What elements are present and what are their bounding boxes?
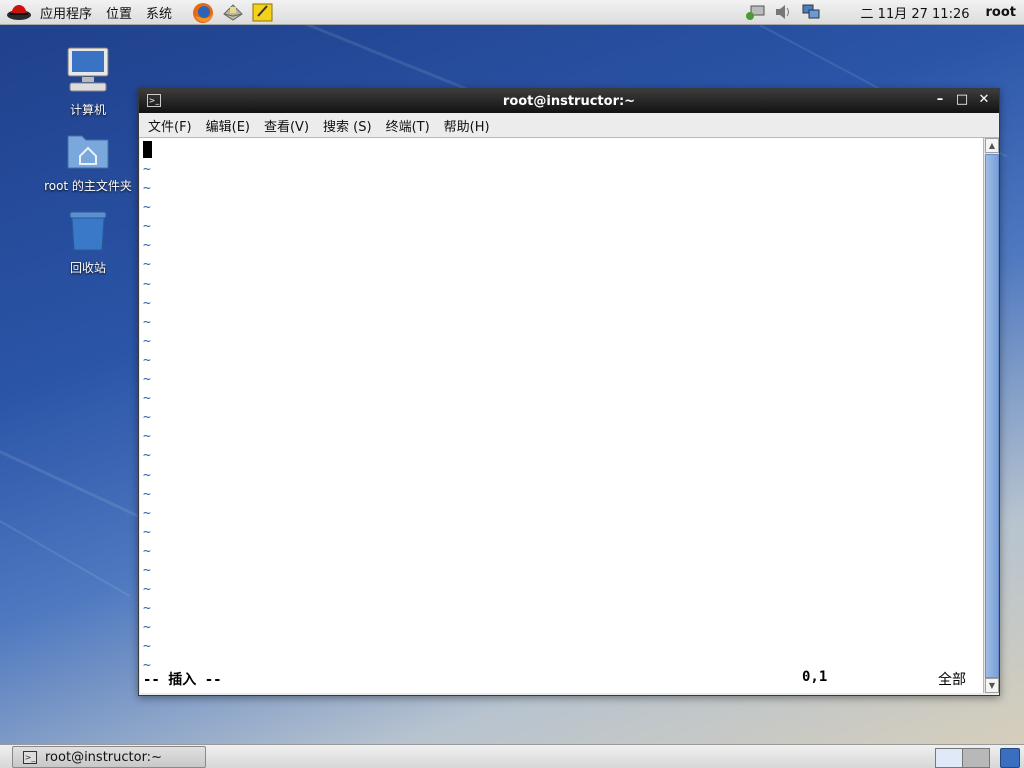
- window-controls: – □ ✕: [927, 92, 993, 108]
- cursor-position: 0,1: [802, 669, 828, 685]
- scrollbar-thumb[interactable]: [985, 154, 999, 678]
- tilde-line: ~: [143, 238, 151, 254]
- tilde-line: ~: [143, 219, 151, 235]
- tilde-line: ~: [143, 295, 151, 311]
- display-icon[interactable]: [801, 3, 821, 21]
- tilde-line: ~: [143, 200, 151, 216]
- menu-file[interactable]: 文件(F): [148, 116, 192, 135]
- window-title: root@instructor:~: [502, 93, 636, 109]
- tilde-line: ~: [143, 562, 151, 578]
- window-titlebar[interactable]: >_ root@instructor:~ – □ ✕: [139, 89, 999, 113]
- menu-places[interactable]: 位置: [106, 3, 132, 22]
- trash-icon: [38, 208, 138, 255]
- tilde-line: ~: [143, 352, 151, 368]
- menu-view[interactable]: 查看(V): [264, 116, 309, 135]
- computer-icon: [38, 46, 138, 97]
- minimize-icon[interactable]: –: [931, 92, 949, 108]
- scroll-down-icon[interactable]: ▼: [985, 678, 999, 693]
- menu-help[interactable]: 帮助(H): [444, 116, 490, 135]
- tilde-line: ~: [143, 372, 151, 388]
- home-folder-icon: [38, 130, 138, 173]
- tilde-line: ~: [143, 486, 151, 502]
- tilde-line: ~: [143, 181, 151, 197]
- maximize-icon[interactable]: □: [953, 92, 971, 108]
- tilde-line: ~: [143, 410, 151, 426]
- top-panel: 应用程序 位置 系统 二 11月 27 11:26 root: [0, 0, 1024, 25]
- tilde-line: ~: [143, 582, 151, 598]
- vim-mode: -- 插入 --: [143, 672, 222, 688]
- tilde-line: ~: [143, 333, 151, 349]
- scroll-up-icon[interactable]: ▲: [985, 138, 999, 153]
- desktop-icon-computer[interactable]: 计算机: [38, 46, 138, 118]
- menu-terminal[interactable]: 终端(T): [386, 116, 430, 135]
- tilde-line: ~: [143, 276, 151, 292]
- trash-applet-icon[interactable]: [1000, 748, 1020, 768]
- mail-icon[interactable]: [222, 2, 244, 22]
- notes-icon[interactable]: [252, 2, 274, 22]
- menu-system[interactable]: 系统: [146, 3, 172, 22]
- user-menu[interactable]: root: [986, 5, 1017, 20]
- taskbar-window-button[interactable]: >_ root@instructor:~: [12, 746, 206, 768]
- wallpaper-streak: [0, 450, 146, 521]
- bottom-panel: >_ root@instructor:~: [0, 744, 1024, 768]
- task-label: root@instructor:~: [45, 749, 162, 765]
- scroll-percent: 全部: [938, 672, 966, 688]
- tilde-line: ~: [143, 391, 151, 407]
- system-tray: 二 11月 27 11:26 root: [737, 0, 1024, 24]
- tilde-line: ~: [143, 524, 151, 540]
- tilde-line: ~: [143, 639, 151, 655]
- tilde-line: ~: [143, 162, 151, 177]
- tilde-line: ~: [143, 543, 151, 559]
- terminal-window: >_ root@instructor:~ – □ ✕ 文件(F) 编辑(E) 查…: [138, 88, 1000, 696]
- desktop-icon-label: root 的主文件夹: [44, 179, 132, 193]
- wallpaper-streak: [0, 520, 130, 597]
- desktop-icon-home[interactable]: root 的主文件夹: [38, 130, 138, 194]
- terminal-icon: >_: [23, 750, 37, 764]
- panel-clock[interactable]: 二 11月 27 11:26: [861, 3, 970, 22]
- menu-applications[interactable]: 应用程序: [40, 3, 92, 22]
- workspace-2[interactable]: [963, 748, 990, 768]
- desktop-icon-label: 计算机: [69, 103, 106, 117]
- workspace-1[interactable]: [935, 748, 963, 768]
- tilde-line: ~: [143, 448, 151, 464]
- network-icon[interactable]: [745, 3, 765, 21]
- vim-status-line: -- 插入 -- 0,1 全部: [143, 669, 978, 689]
- terminal-content[interactable]: ~ ~ ~ ~ ~ ~ ~ ~ ~ ~ ~ ~ ~ ~ ~ ~ ~ ~ ~ ~ ~ ~ ~ ~ ~ ~ ~ -- 插入 -- 0,1…: [140, 138, 983, 693]
- redhat-logo-icon[interactable]: [6, 3, 32, 21]
- desktop-icon-trash[interactable]: 回收站: [38, 208, 138, 276]
- tilde-line: ~: [143, 467, 151, 483]
- text-cursor: [143, 141, 152, 158]
- workspace-switcher[interactable]: [935, 748, 990, 768]
- tilde-line: ~: [143, 505, 151, 521]
- volume-icon[interactable]: [773, 3, 793, 21]
- tilde-line: ~: [143, 429, 151, 445]
- tilde-line: ~: [143, 257, 151, 273]
- window-menubar: 文件(F) 编辑(E) 查看(V) 搜索 (S) 终端(T) 帮助(H): [139, 113, 999, 138]
- firefox-icon[interactable]: [192, 2, 214, 23]
- vertical-scrollbar[interactable]: ▲ ▼: [983, 138, 999, 693]
- menu-search[interactable]: 搜索 (S): [323, 116, 372, 135]
- empty-line-markers: ~ ~ ~ ~ ~ ~ ~ ~ ~ ~ ~ ~ ~ ~ ~ ~ ~ ~ ~ ~ ~ ~ ~ ~ ~ ~ ~: [143, 160, 151, 676]
- desktop-icon-label: 回收站: [69, 261, 106, 275]
- tilde-line: ~: [143, 601, 151, 617]
- menu-edit[interactable]: 编辑(E): [206, 116, 250, 135]
- tilde-line: ~: [143, 314, 151, 330]
- close-icon[interactable]: ✕: [975, 92, 993, 108]
- tilde-line: ~: [143, 620, 151, 636]
- terminal-icon: >_: [147, 94, 161, 107]
